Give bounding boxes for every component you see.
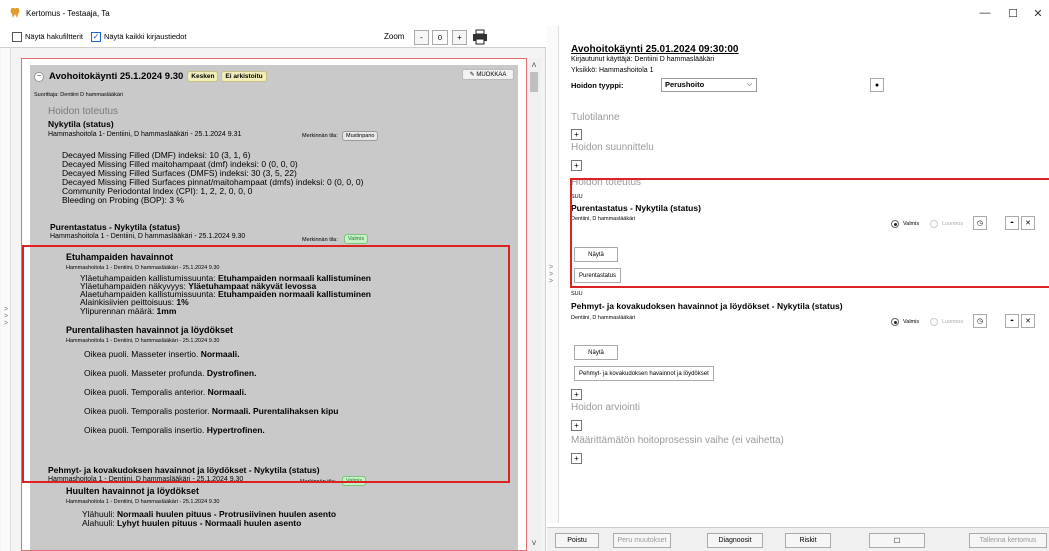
add-maarittamaton-button[interactable]: + [571, 453, 582, 464]
show-filters-checkbox[interactable] [12, 31, 22, 42]
risks-button[interactable]: Riskit [785, 533, 831, 548]
zoom-out-button[interactable]: - [414, 30, 429, 45]
add-suunnittelu-button[interactable]: + [571, 160, 582, 171]
edit-entry-button[interactable]: ✎ MUOKKAA [462, 69, 514, 80]
status-luonnos-label: Luonnos [942, 319, 964, 325]
unit-text: Yksikkö: Hammashoitola 1 [571, 67, 654, 74]
performer-text: Suorittaja: Dentiini D hammaslääkäri [34, 92, 123, 98]
diagnoses-button[interactable]: Diagnoosit [707, 533, 763, 548]
close-button[interactable]: ✕ [1020, 0, 1049, 26]
status-tag-draft: Mustinpano [342, 131, 379, 141]
scroll-down-icon[interactable]: ˅ [529, 538, 539, 548]
dmf-line: Bleeding on Probing (BOP): 3 % [62, 195, 184, 205]
section-hoidon-arviointi: Hoidon arviointi [571, 402, 640, 413]
pehmyt-button[interactable]: Pehmyt- ja kovakudoksen havainnot ja löy… [574, 366, 714, 381]
right-collapse-handle[interactable]: > > > [547, 26, 559, 523]
entry-title: Avohoitokäynti 25.1.2024 9.30 [49, 71, 184, 82]
action-bar: Poistu Peru muutokset Diagnoosit Riskit … [547, 527, 1049, 551]
zoom-in-button[interactable]: + [452, 30, 467, 45]
show-all-checkbox[interactable]: ✓ [90, 31, 101, 42]
archive-badge: Ei arkistoitu [221, 71, 267, 82]
nykytila-meta: Hammashoitola 1- Dentiini, D hammaslääkä… [48, 131, 242, 138]
entry-status-label: Merkinnän tila: [302, 237, 338, 243]
tooth-app-icon [8, 6, 22, 20]
left-collapse-handle[interactable]: > > > [1, 48, 11, 551]
entry-status-label: Merkinnän tila: [302, 133, 338, 139]
remove-entry-icon[interactable]: ✕ [1021, 314, 1035, 328]
exit-button[interactable]: Poistu [555, 533, 599, 548]
section-tulotilanne: Tulotilanne [571, 112, 620, 123]
highlight-purentastatus-form [570, 178, 1049, 288]
person-icon[interactable]: ● [870, 78, 884, 92]
add-tulotilanne-button[interactable]: + [571, 129, 582, 140]
zoom-label: Zoom [384, 32, 405, 41]
nykytila-title: Nykytila (status) [48, 119, 114, 129]
visit-title: Avohoitokäynti 25.01.2024 09:30:00 [571, 44, 739, 55]
purenta-title: Purentastatus - Nykytila (status) [50, 222, 180, 232]
huulet-title: Huulten havainnot ja löydökset [66, 486, 200, 496]
care-type-label: Hoidon tyyppi: [571, 81, 624, 90]
save-record-button[interactable]: Tallenna kertomus [969, 533, 1047, 548]
status-luonnos-radio[interactable] [930, 318, 938, 326]
left-toolbar: Näytä hakufiltterit ✓ Näytä kaikki kirja… [0, 26, 546, 48]
scroll-thumb[interactable] [530, 72, 538, 92]
add-arviointi-button[interactable]: + [571, 420, 582, 431]
huulet-meta: Hammashoitola 1 - Dentiini, D hammaslääk… [66, 499, 220, 505]
section-hoidon-toteutus: Hoidon toteutus [48, 106, 119, 117]
care-type-select[interactable]: Perushoito ⌵ [661, 78, 757, 92]
section-hoidon-suunnittelu: Hoidon suunnittelu [571, 142, 654, 153]
entry-author: Dentiini, D hammaslääkäri [571, 315, 636, 321]
pehmyt-entry-title: Pehmyt- ja kovakudoksen havainnot ja löy… [571, 301, 843, 311]
status-valmis-label: Valmis [903, 319, 920, 325]
care-type-value: Perushoito [665, 80, 705, 89]
expand-arrows-icon: > > > [4, 306, 9, 327]
show-button[interactable]: Näytä [574, 345, 618, 360]
status-badge-kesken: Kesken [187, 71, 219, 82]
show-all-label: Näytä kaikki kirjaustiedot [103, 32, 187, 41]
zoom-value[interactable]: 0 [432, 30, 448, 45]
huulet-line: Alahuuli: Lyhyt huulen pituus - Normaali… [82, 518, 302, 528]
show-filters-label: Näytä hakufiltterit [25, 32, 83, 41]
revert-button[interactable]: Peru muutokset [613, 533, 671, 548]
location-suu: SUU [571, 291, 583, 297]
scroll-up-icon[interactable]: ˄ [529, 60, 539, 70]
collapse-entry-button[interactable]: − [34, 71, 44, 82]
logged-user: Kirjautunut käyttäjä: Dentiini D hammasl… [571, 56, 715, 63]
highlight-purentastatus [22, 245, 510, 483]
status-valmis-radio[interactable] [891, 318, 899, 326]
add-toteutus-button[interactable]: + [571, 389, 582, 400]
expand-arrows-icon: > > > [549, 264, 554, 285]
window-titlebar: Kertomus - Testaaja, Ta — ☐ ✕ [0, 0, 1049, 26]
purenta-meta: Hammashoitola 1 - Dentiini, D hammaslääk… [50, 233, 246, 240]
entry-header: − Avohoitokäynti 25.1.2024 9.30 Kesken E… [34, 71, 270, 82]
clock-icon[interactable]: ◷ [973, 314, 987, 328]
record-editor-pane: > > > Avohoitokäynti 25.01.2024 09:30:00 K… [547, 26, 1049, 551]
window-toggle-button[interactable]: ☐ [869, 533, 925, 548]
window-title: Kertomus - Testaaja, Ta [26, 8, 110, 18]
status-tag-ready: Valmis [344, 234, 369, 244]
chevron-down-icon: ⌵ [746, 81, 752, 88]
print-icon[interactable] [472, 29, 488, 45]
eye-toggle-icon[interactable]: ◓ [1005, 314, 1019, 328]
history-scrollbar[interactable]: ˄ ˅ [527, 58, 541, 551]
history-pane: Näytä hakufiltterit ✓ Näytä kaikki kirja… [0, 26, 546, 551]
section-maarittamaton: Määrittämätön hoitoprosessin vaihe (ei v… [571, 435, 784, 446]
